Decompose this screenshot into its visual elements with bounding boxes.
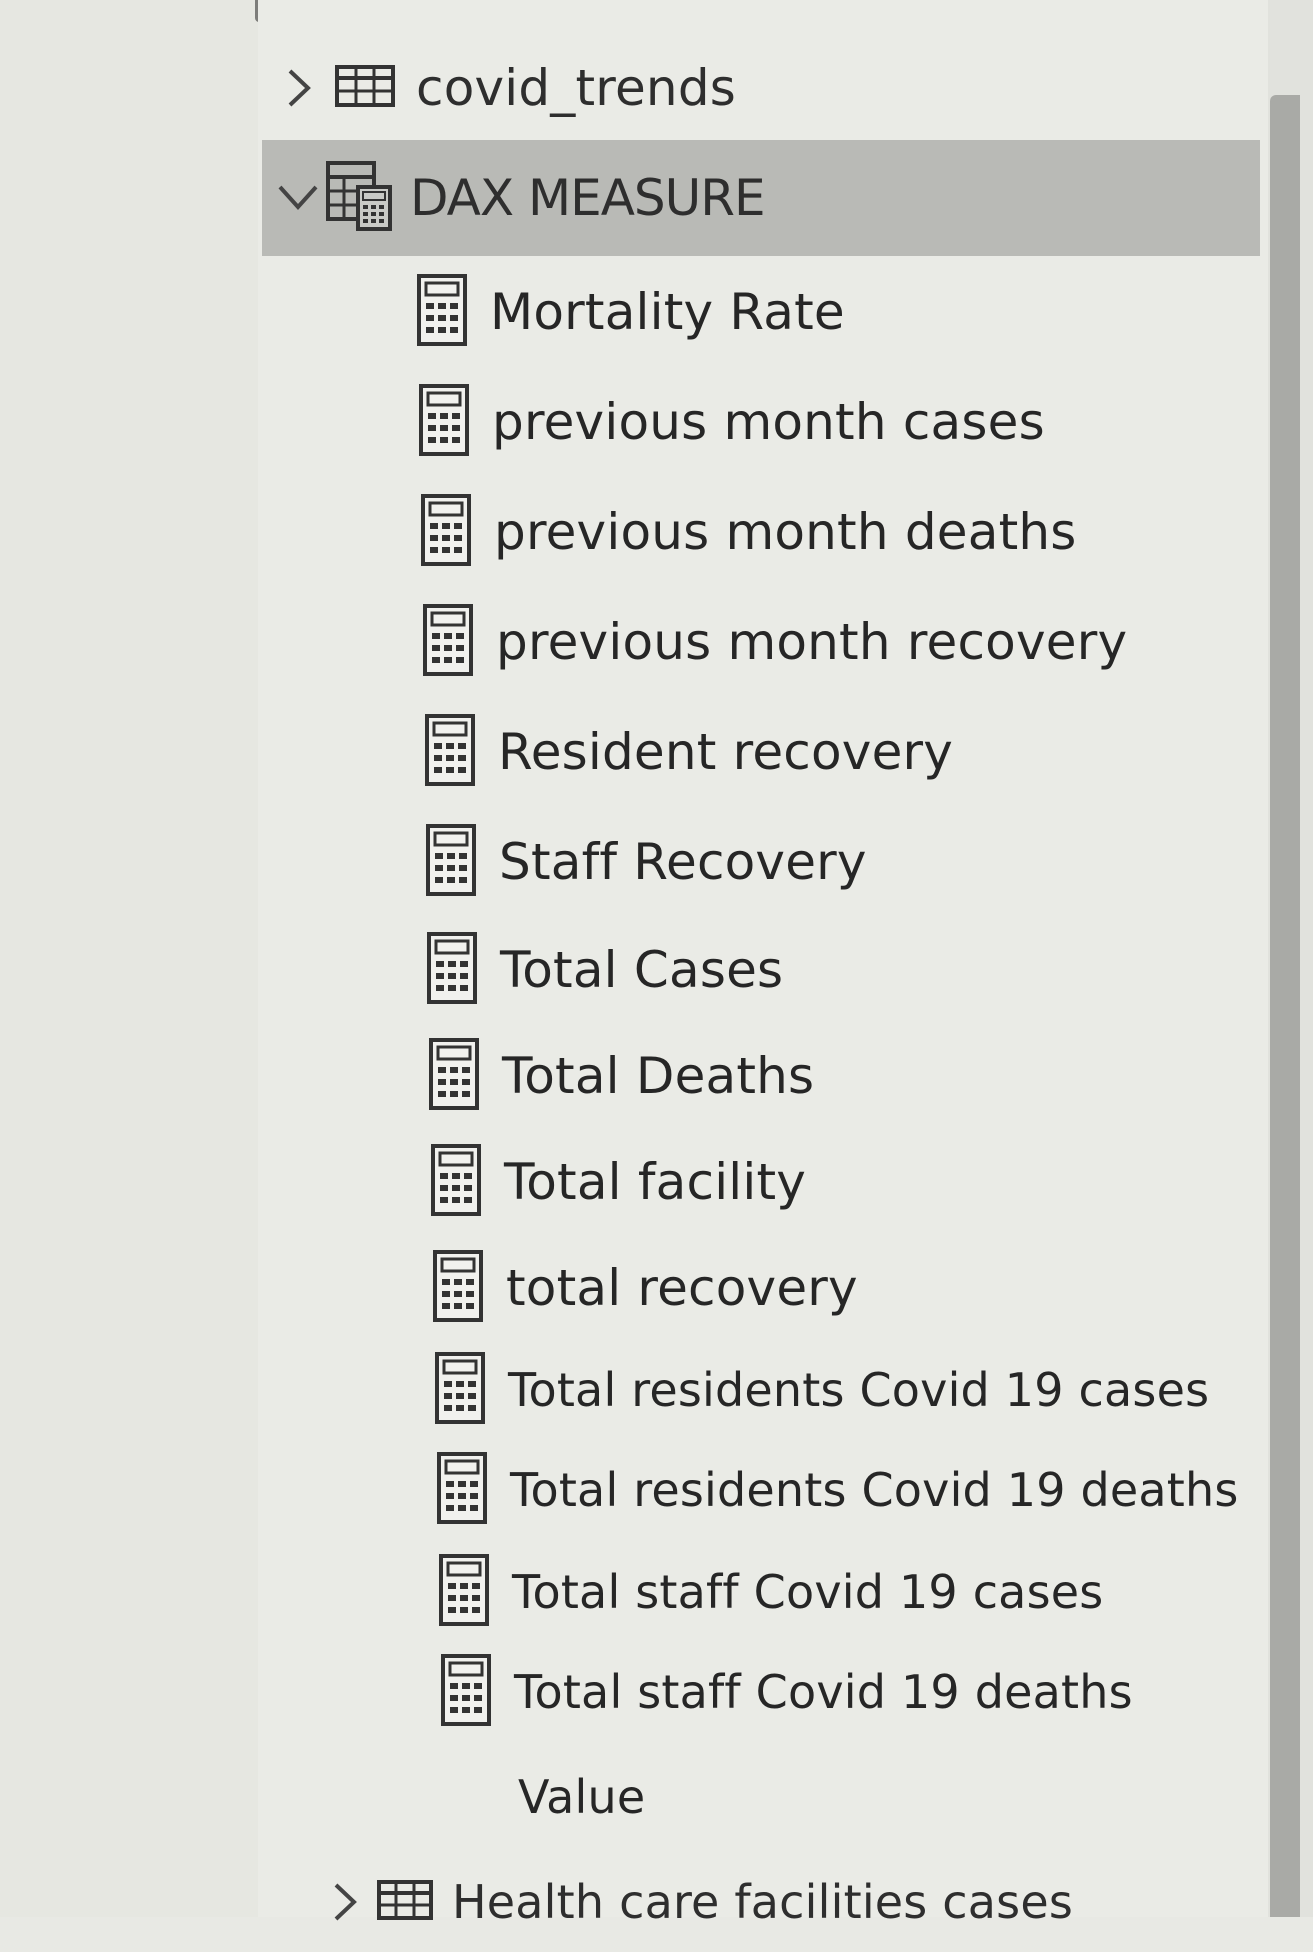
measure-label: Total staff Covid 19 deaths [514,1665,1133,1719]
calculator-icon [416,273,468,351]
measure-item[interactable]: previous month recovery [422,592,1242,692]
table-label: covid_trends [416,59,737,117]
calculator-icon [424,713,476,791]
measure-label: previous month deaths [494,503,1077,561]
chevron-right-icon[interactable] [324,1879,370,1925]
table-covid-trends[interactable]: covid_trends [270,38,1260,138]
calculator-icon [426,931,478,1009]
left-gutter [0,0,258,1917]
measure-item[interactable]: Total staff Covid 19 cases [438,1542,1258,1642]
measure-item[interactable]: Total residents Covid 19 cases [434,1340,1264,1440]
chevron-right-icon[interactable] [278,65,324,111]
chevron-down-icon[interactable] [276,175,322,221]
table-health-care-facilities-cases[interactable]: Health care facilities cases [318,1852,1258,1952]
calculator-icon [438,1553,490,1631]
measure-label: previous month recovery [496,613,1128,671]
measure-label: previous month cases [492,393,1045,451]
measure-item[interactable]: Total Cases [426,920,1246,1020]
measure-label: Mortality Rate [490,283,845,341]
measure-label: Total residents Covid 19 cases [508,1363,1210,1417]
measure-item[interactable]: Mortality Rate [416,262,1236,362]
measure-label: Total Deaths [502,1047,815,1105]
calculator-icon [420,493,472,571]
calculator-icon [440,1653,492,1731]
measure-label: total recovery [506,1259,858,1317]
calculator-icon [430,1143,482,1221]
table-grid-icon [334,64,396,112]
scrollbar-thumb[interactable] [1270,95,1300,1917]
measure-item[interactable]: Total residents Covid 19 deaths [436,1440,1266,1540]
table-label: Health care facilities cases [452,1875,1074,1929]
measure-item[interactable]: previous month cases [418,372,1238,472]
fields-pane: covid_trends DAX MEASURE Mortality Rate … [258,0,1268,1929]
measure-label: Total staff Covid 19 cases [512,1565,1104,1619]
field-item-value[interactable]: Value [518,1752,918,1842]
table-dax-measure[interactable]: DAX MEASURE [262,140,1260,256]
table-grid-icon [376,1879,434,1925]
table-label: DAX MEASURE [410,169,766,227]
measure-label: Total facility [504,1153,807,1211]
calculator-icon [434,1351,486,1429]
measure-item[interactable]: Staff Recovery [425,812,1245,912]
calculator-icon [432,1249,484,1327]
measure-label: Total Cases [500,941,784,999]
measure-label: Resident recovery [498,723,954,781]
calculator-icon [425,823,477,901]
measure-item[interactable]: Resident recovery [424,702,1244,802]
measure-label: Staff Recovery [499,833,867,891]
measure-label: Total residents Covid 19 deaths [510,1463,1239,1517]
field-label: Value [518,1770,646,1824]
measure-item[interactable]: previous month deaths [420,482,1240,582]
measure-table-icon [324,159,396,237]
calculator-icon [436,1451,488,1529]
measure-item[interactable]: Total staff Covid 19 deaths [440,1642,1260,1742]
calculator-icon [428,1037,480,1115]
measure-item[interactable]: Total Deaths [428,1026,1248,1126]
measure-item[interactable]: total recovery [432,1238,1252,1338]
calculator-icon [422,603,474,681]
calculator-icon [418,383,470,461]
measure-item[interactable]: Total facility [430,1132,1250,1232]
